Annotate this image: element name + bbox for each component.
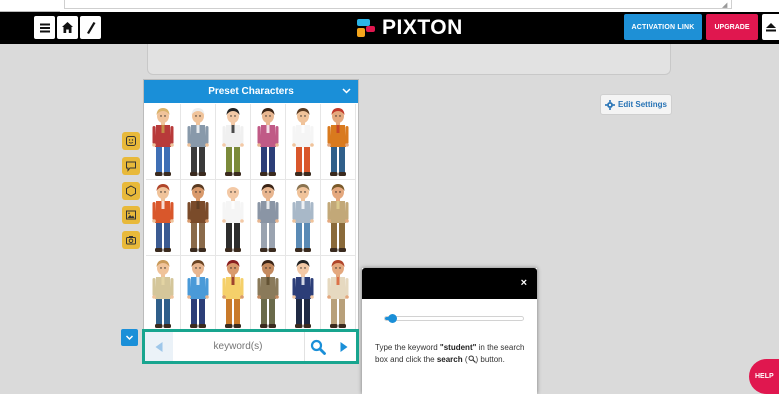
character-figure-icon: [187, 108, 209, 176]
home-icon: [62, 22, 73, 33]
speech-bubble-icon: [126, 161, 136, 172]
character-figure-icon: [152, 108, 174, 176]
top-bar: PIXTON ACTIVATION LINK UPGRADE: [0, 12, 779, 44]
logo-mark-icon: [357, 19, 375, 37]
character-option[interactable]: [286, 180, 321, 256]
search-icon: [468, 355, 476, 363]
gear-icon: [605, 99, 616, 110]
character-option[interactable]: [146, 256, 181, 332]
character-figure-icon: [257, 184, 279, 252]
close-icon[interactable]: ×: [521, 277, 527, 289]
instruction-search-word: search: [436, 355, 463, 364]
scene-tool-button[interactable]: [122, 206, 140, 224]
search-icon: [310, 339, 326, 355]
arrow-right-icon: [340, 341, 348, 352]
menu-button[interactable]: [34, 16, 55, 39]
speech-tool-button[interactable]: [122, 157, 140, 175]
character-option[interactable]: [181, 256, 216, 332]
character-option[interactable]: [146, 104, 181, 180]
image-icon: [126, 210, 136, 220]
character-option[interactable]: [181, 104, 216, 180]
help-button[interactable]: HELP: [749, 359, 779, 394]
progress-knob: [387, 314, 397, 323]
photo-tool-button[interactable]: [122, 231, 140, 249]
hamburger-icon: [39, 23, 50, 32]
character-option[interactable]: [251, 256, 286, 332]
character-option[interactable]: [251, 104, 286, 180]
collapse-button[interactable]: [762, 14, 779, 40]
keyword-search-input[interactable]: [173, 332, 303, 361]
character-figure-icon: [187, 184, 209, 252]
arrow-left-icon: [155, 341, 163, 352]
character-option[interactable]: [251, 180, 286, 256]
instruction-keyword: "student": [439, 343, 477, 352]
upgrade-button[interactable]: UPGRADE: [706, 14, 758, 40]
top-strip: ◢: [0, 0, 779, 12]
previous-page-button[interactable]: [145, 332, 173, 361]
tutorial-progress: [384, 314, 524, 323]
chevron-down-icon: [125, 335, 134, 341]
face-tool-button[interactable]: [122, 132, 140, 150]
character-figure-icon: [222, 184, 244, 252]
character-figure-icon: [257, 260, 279, 328]
character-option[interactable]: [286, 104, 321, 180]
character-option[interactable]: [216, 180, 251, 256]
character-option[interactable]: [321, 256, 356, 332]
hexagon-icon: [126, 185, 136, 197]
slash-icon: [86, 21, 95, 34]
character-option[interactable]: [286, 256, 321, 332]
tutorial-header: ×: [362, 268, 537, 299]
prop-tool-button[interactable]: [122, 182, 140, 200]
character-figure-icon: [152, 184, 174, 252]
character-option[interactable]: [181, 180, 216, 256]
character-figure-icon: [222, 260, 244, 328]
character-figure-icon: [222, 108, 244, 176]
character-figure-icon: [152, 260, 174, 328]
pixton-logo[interactable]: PIXTON: [356, 16, 463, 40]
picker-title: Preset Characters: [208, 86, 294, 97]
character-option[interactable]: [216, 256, 251, 332]
character-figure-icon: [292, 108, 314, 176]
activation-link-button[interactable]: ACTIVATION LINK: [624, 14, 702, 40]
character-figure-icon: [257, 108, 279, 176]
next-page-button[interactable]: [332, 332, 356, 361]
preset-characters-dropdown[interactable]: Preset Characters: [144, 80, 358, 103]
character-option[interactable]: [321, 104, 356, 180]
instruction-text: ) button.: [475, 355, 505, 364]
character-figure-icon: [327, 184, 349, 252]
instruction-text: Type the keyword: [375, 343, 440, 352]
character-picker: Preset Characters: [144, 80, 358, 332]
character-figure-icon: [327, 108, 349, 176]
character-option[interactable]: [146, 180, 181, 256]
brand-name: PIXTON: [382, 16, 463, 39]
comic-title-panel[interactable]: [147, 44, 671, 75]
character-figure-icon: [187, 260, 209, 328]
character-option[interactable]: [321, 180, 356, 256]
edit-settings-label: Edit Settings: [618, 100, 667, 109]
character-figure-icon: [292, 260, 314, 328]
resizable-frame: [64, 0, 732, 9]
edit-button[interactable]: [80, 16, 101, 39]
search-button[interactable]: [304, 332, 331, 361]
eject-icon: [765, 23, 776, 32]
tutorial-instructions: Type the keyword "student" in the search…: [375, 342, 525, 366]
home-button[interactable]: [57, 16, 78, 39]
expand-toggle-button[interactable]: [121, 329, 138, 346]
character-figure-icon: [327, 260, 349, 328]
resize-handle-icon[interactable]: ◢: [722, 1, 727, 9]
chevron-down-icon: [342, 88, 351, 94]
camera-icon: [126, 236, 136, 245]
character-grid: [146, 104, 356, 332]
character-option[interactable]: [216, 104, 251, 180]
smiley-icon: [126, 136, 136, 146]
edit-settings-button[interactable]: Edit Settings: [600, 94, 672, 115]
character-search-bar: [142, 329, 359, 364]
character-figure-icon: [292, 184, 314, 252]
tutorial-popup: × Type the keyword "student" in the sear…: [362, 268, 537, 394]
